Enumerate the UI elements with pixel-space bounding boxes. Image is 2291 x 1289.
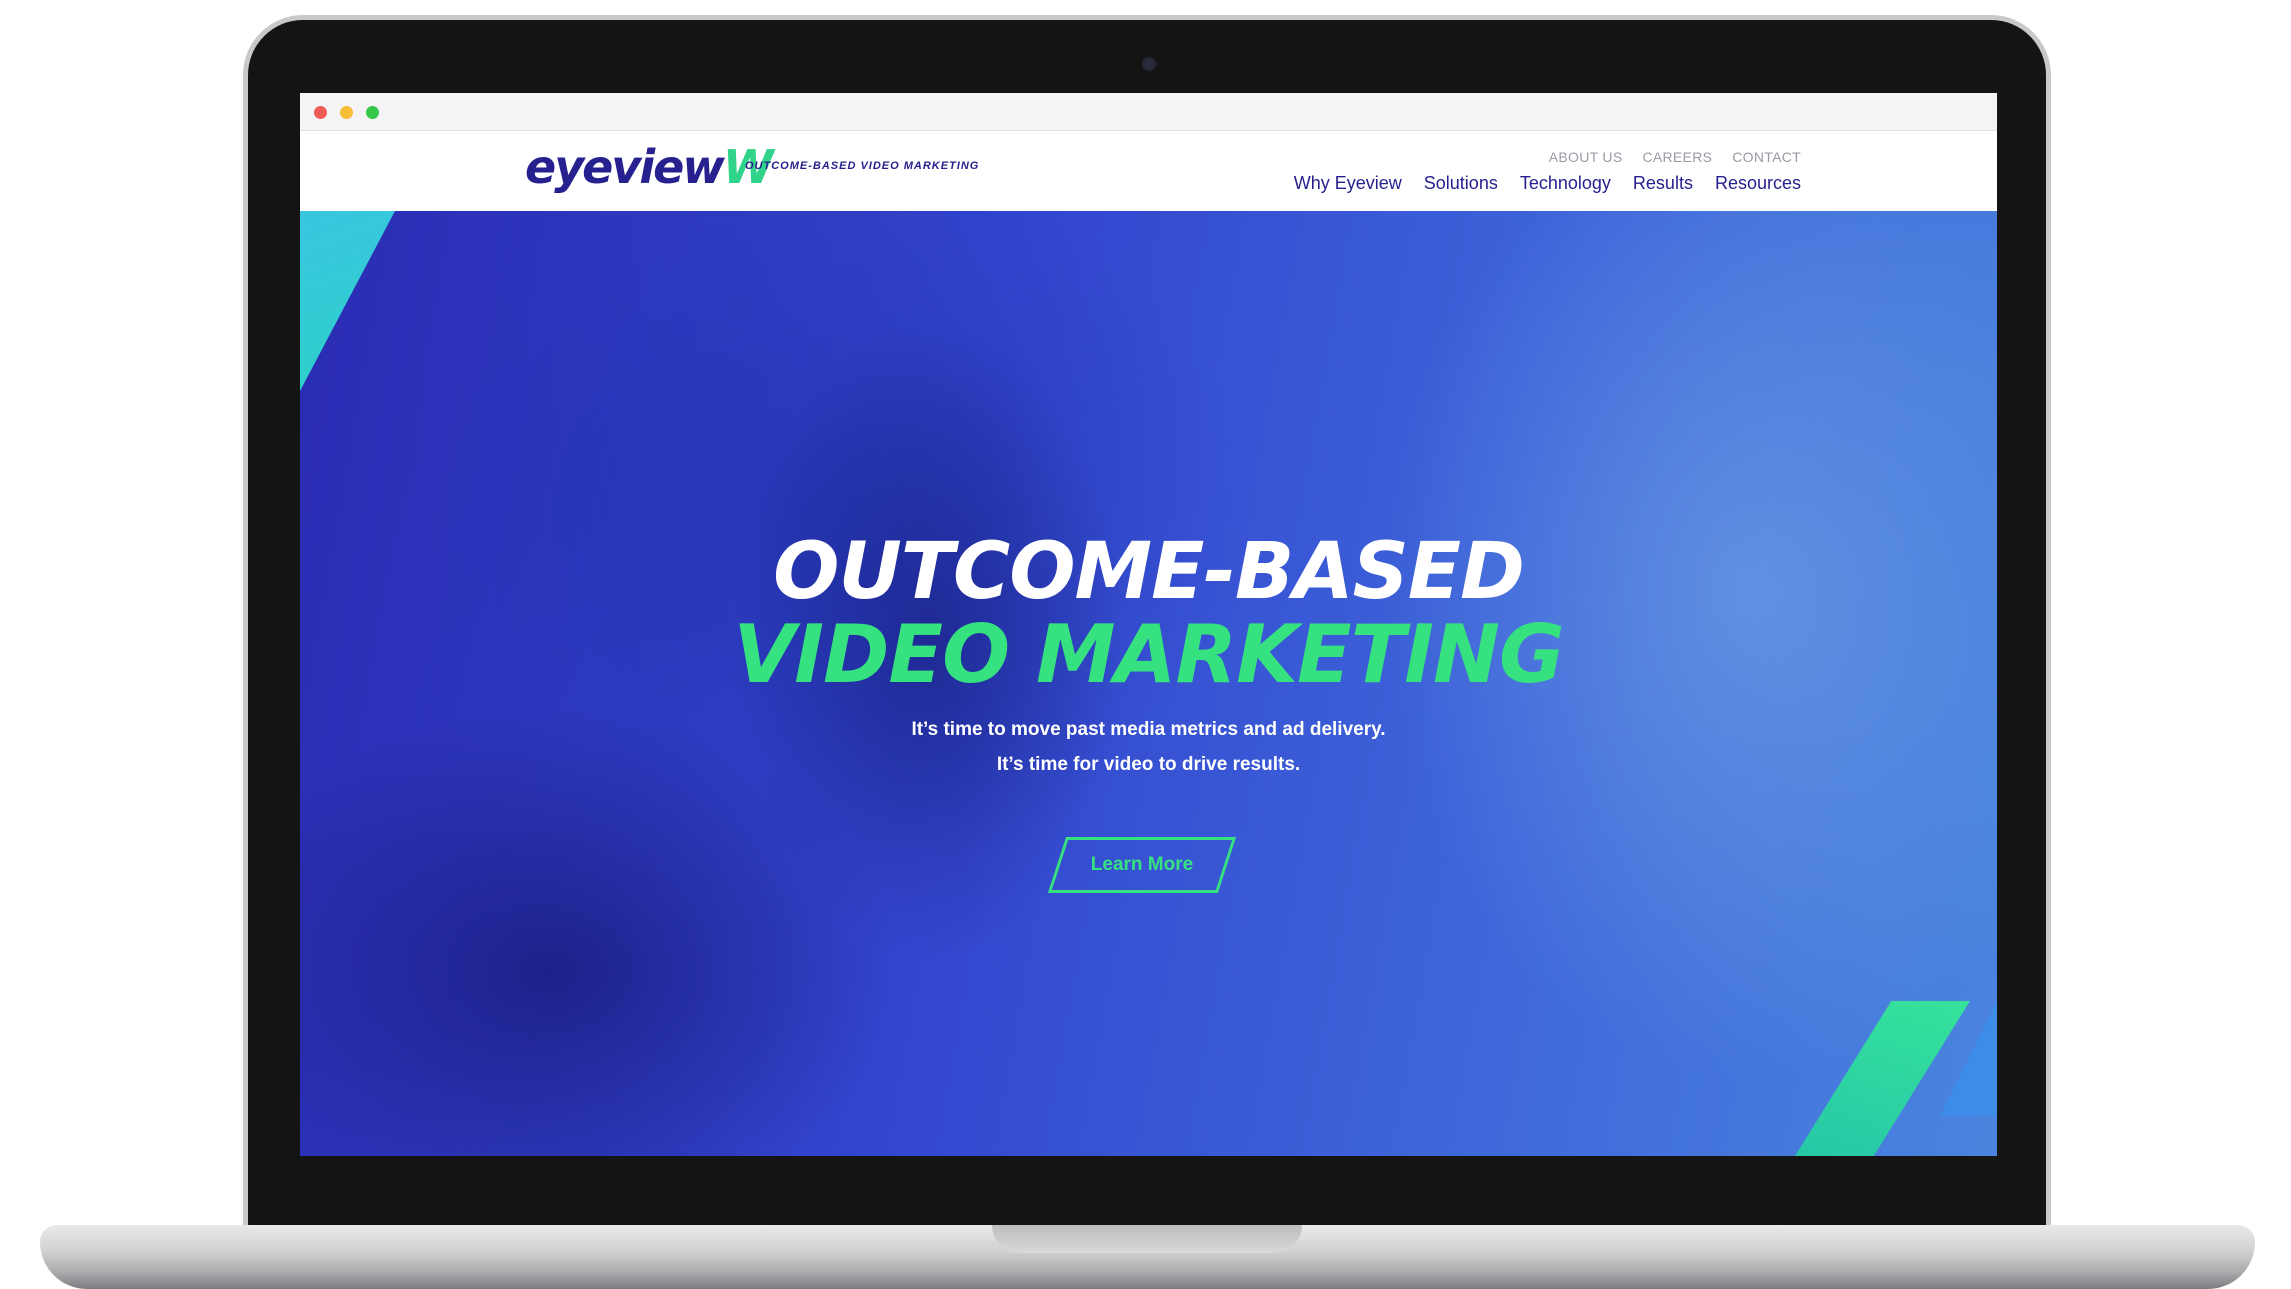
nav-technology[interactable]: Technology (1520, 173, 1611, 194)
nav-resources[interactable]: Resources (1715, 173, 1801, 194)
nav-about-us[interactable]: ABOUT US (1549, 149, 1623, 165)
hero-accent-shape-bottom-right (1795, 1001, 1970, 1156)
browser-title-bar (300, 93, 1997, 131)
window-minimize-button[interactable] (340, 106, 353, 119)
hero-subtitle-line-2: It’s time for video to drive results. (996, 754, 1301, 775)
brand-tagline: OUTCOME-BASED VIDEO MARKETING (745, 160, 980, 172)
nav-careers[interactable]: CAREERS (1642, 149, 1712, 165)
learn-more-button[interactable]: Learn More (1047, 837, 1237, 893)
hero-title-line-1: OUTCOME-BASED (773, 527, 1525, 617)
nav-contact[interactable]: CONTACT (1732, 149, 1801, 165)
hero-section: OUTCOME-BASED VIDEO MARKETING It’s time … (300, 211, 1997, 1156)
learn-more-button-label: Learn More (1090, 854, 1194, 875)
browser-screen: eyeviewW OUTCOME-BASED VIDEO MARKETING A… (300, 93, 1997, 1156)
laptop-base-notch (992, 1225, 1302, 1253)
utility-nav: ABOUT US CAREERS CONTACT (1549, 149, 1801, 165)
site-header: eyeviewW OUTCOME-BASED VIDEO MARKETING A… (300, 131, 1997, 211)
hero-title-line-2: VIDEO MARKETING (733, 608, 1564, 701)
main-nav: Why Eyeview Solutions Technology Results… (1294, 173, 1801, 194)
hero-accent-shape-top-left (300, 211, 395, 391)
eyeview-logo[interactable]: eyeviewW (525, 139, 774, 195)
window-close-button[interactable] (314, 106, 327, 119)
window-maximize-button[interactable] (366, 106, 379, 119)
camera-icon (1141, 56, 1157, 72)
hero-subtitle-line-1: It’s time to move past media metrics and… (911, 719, 1386, 740)
logo-wordmark: eyeview (525, 140, 725, 194)
nav-solutions[interactable]: Solutions (1424, 173, 1498, 194)
nav-results[interactable]: Results (1633, 173, 1693, 194)
nav-why-eyeview[interactable]: Why Eyeview (1294, 173, 1402, 194)
